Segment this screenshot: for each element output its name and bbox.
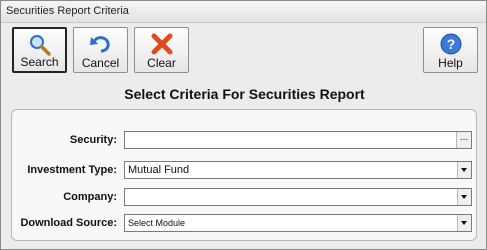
report-criteria-window: Securities Report Criteria Search Cancel… [0, 0, 487, 250]
cancel-button-label: Cancel [81, 56, 120, 70]
window-title: Securities Report Criteria [6, 5, 129, 17]
company-label: Company: [63, 191, 117, 203]
download-source-value: Select Module [128, 218, 186, 228]
page-heading: Select Criteria For Securities Report [124, 86, 365, 102]
title-bar: Securities Report Criteria [1, 1, 486, 23]
help-button-label: Help [438, 56, 463, 70]
chevron-down-icon[interactable] [457, 189, 471, 205]
search-button[interactable]: Search [12, 27, 67, 73]
download-source-label: Download Source: [20, 217, 117, 229]
investment-type-value: Mutual Fund [128, 164, 190, 176]
security-field[interactable]: ... [124, 131, 472, 149]
svg-text:?: ? [446, 36, 455, 52]
clear-button-label: Clear [147, 56, 176, 70]
investment-type-label: Investment Type: [27, 164, 117, 176]
chevron-down-icon[interactable] [457, 162, 471, 178]
chevron-down-icon[interactable] [457, 215, 471, 231]
search-button-label: Search [20, 55, 59, 69]
clear-button[interactable]: Clear [134, 27, 189, 73]
company-select[interactable] [124, 188, 472, 206]
security-label: Security: [69, 134, 117, 146]
download-source-select[interactable]: Select Module [124, 214, 472, 232]
help-button[interactable]: ? Help [423, 27, 478, 73]
security-browse-button[interactable]: ... [456, 132, 471, 148]
investment-type-select[interactable]: Mutual Fund [124, 161, 472, 179]
cancel-button[interactable]: Cancel [73, 27, 128, 73]
